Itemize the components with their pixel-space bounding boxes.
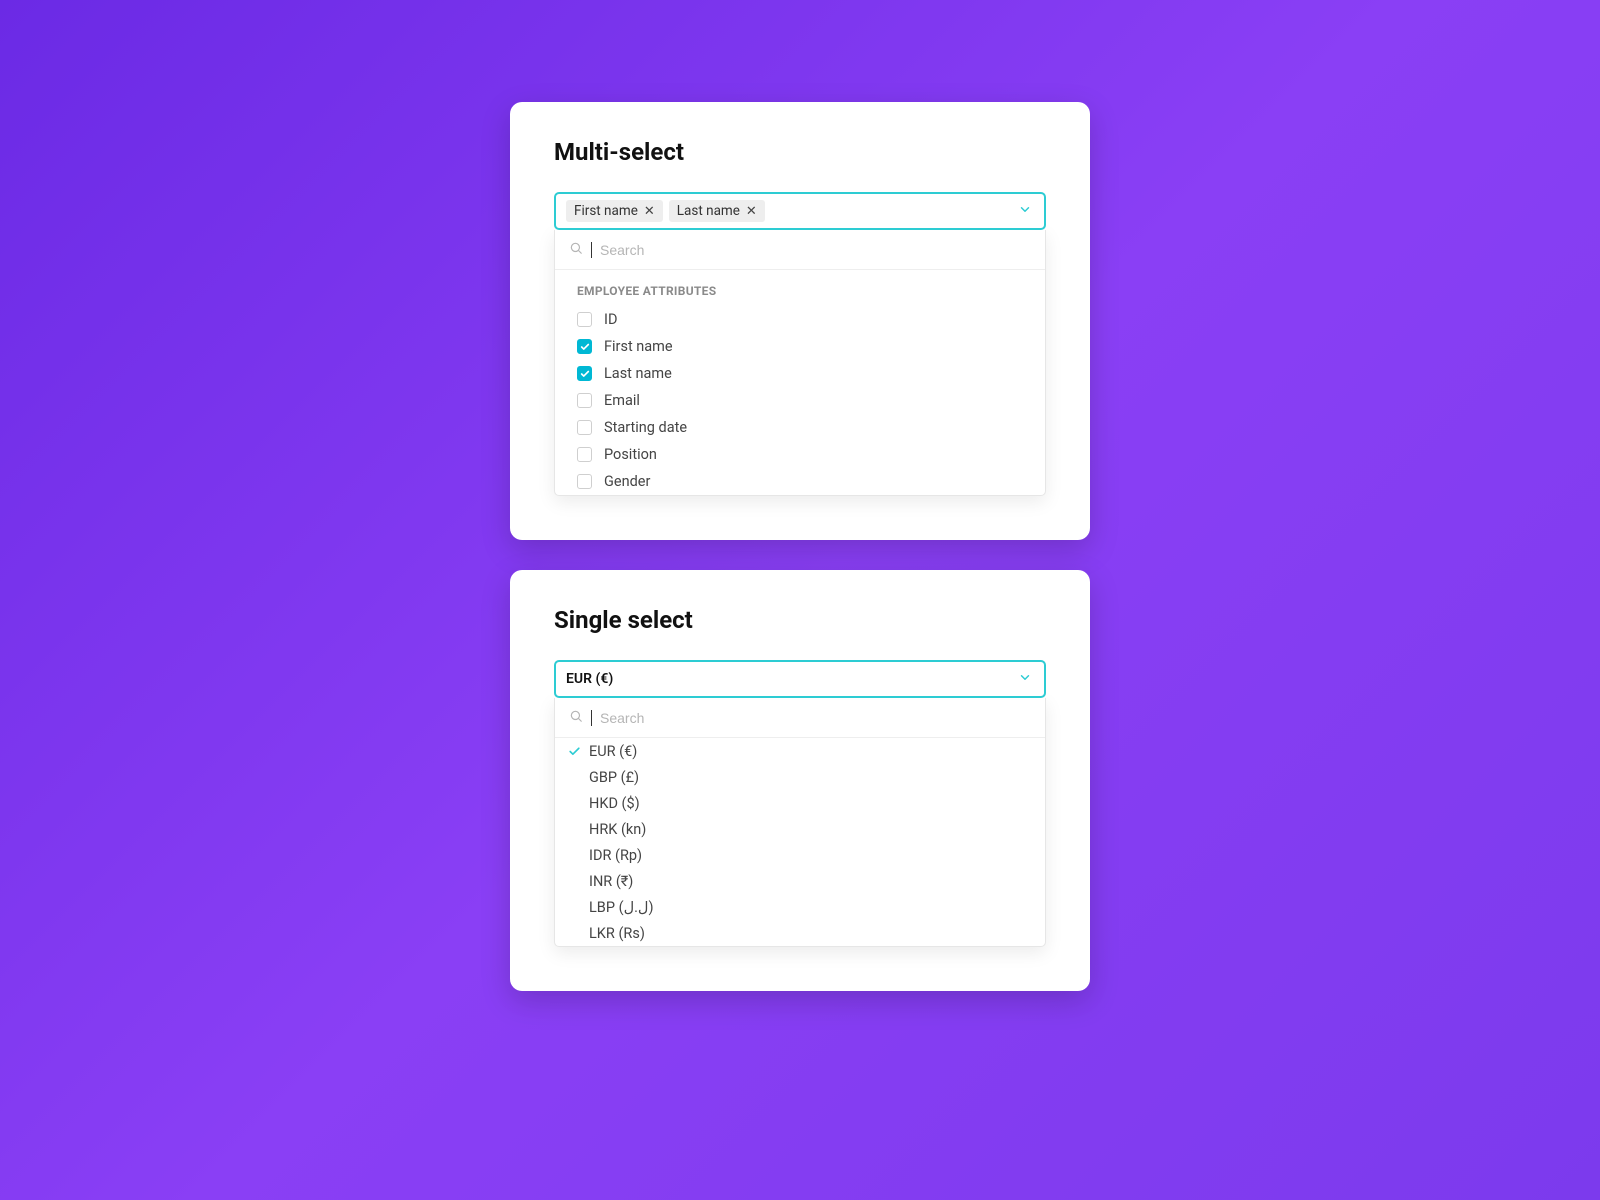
checkbox[interactable] bbox=[577, 312, 592, 327]
checkbox[interactable] bbox=[577, 393, 592, 408]
multi-select-input[interactable]: First name ✕ Last name ✕ bbox=[554, 192, 1046, 230]
multi-select-card: Multi-select First name ✕ Last name ✕ EM… bbox=[510, 102, 1090, 540]
single-select-dropdown: EUR (€) GBP (£) HKD ($) HRK (kn) IDR (Rp) INR… bbox=[554, 698, 1046, 947]
option-label: Gender bbox=[604, 473, 650, 490]
option-label: Starting date bbox=[604, 419, 687, 436]
multi-option[interactable]: First name bbox=[555, 333, 1045, 360]
option-label: HRK (kn) bbox=[589, 821, 646, 838]
multi-options-list: ID First name Last name Email Starting date P… bbox=[555, 306, 1045, 495]
chevron-down-icon[interactable] bbox=[1018, 670, 1032, 689]
multi-select-dropdown: EMPLOYEE ATTRIBUTES ID First name Last nam… bbox=[554, 230, 1046, 496]
checkbox[interactable] bbox=[577, 366, 592, 381]
option-label: First name bbox=[604, 338, 673, 355]
option-label: HKD ($) bbox=[589, 795, 640, 812]
single-options-list: EUR (€) GBP (£) HKD ($) HRK (kn) IDR (Rp) INR… bbox=[555, 738, 1045, 946]
single-option[interactable]: HRK (kn) bbox=[555, 816, 1045, 842]
option-label: GBP (£) bbox=[589, 769, 639, 786]
single-option[interactable]: LKR (Rs) bbox=[555, 920, 1045, 946]
single-option[interactable]: IDR (Rp) bbox=[555, 842, 1045, 868]
option-label: EUR (€) bbox=[589, 743, 637, 760]
multi-option[interactable]: Gender bbox=[555, 468, 1045, 495]
single-option[interactable]: EUR (€) bbox=[555, 738, 1045, 764]
option-group-header: EMPLOYEE ATTRIBUTES bbox=[555, 270, 1045, 306]
single-option[interactable]: INR (₹) bbox=[555, 868, 1045, 894]
checkbox[interactable] bbox=[577, 339, 592, 354]
search-row bbox=[555, 230, 1045, 270]
option-label: LKR (Rs) bbox=[589, 925, 645, 942]
option-label: Position bbox=[604, 446, 657, 463]
option-label: ID bbox=[604, 311, 617, 328]
chip-label: Last name bbox=[677, 203, 740, 219]
single-select-title: Single select bbox=[554, 606, 1046, 634]
multi-option[interactable]: Starting date bbox=[555, 414, 1045, 441]
checkbox[interactable] bbox=[577, 474, 592, 489]
check-icon bbox=[567, 745, 581, 758]
checkbox[interactable] bbox=[577, 420, 592, 435]
search-icon bbox=[569, 240, 583, 259]
multi-option[interactable]: Last name bbox=[555, 360, 1045, 387]
search-input[interactable] bbox=[600, 710, 1031, 726]
single-option[interactable]: HKD ($) bbox=[555, 790, 1045, 816]
single-select-card: Single select EUR (€) EUR (€) GBP (£) HKD … bbox=[510, 570, 1090, 991]
option-label: IDR (Rp) bbox=[589, 847, 642, 864]
option-label: LBP (ل.ل) bbox=[589, 899, 654, 916]
single-selected-value: EUR (€) bbox=[566, 671, 613, 687]
option-label: Last name bbox=[604, 365, 672, 382]
multi-option[interactable]: ID bbox=[555, 306, 1045, 333]
remove-chip-icon[interactable]: ✕ bbox=[746, 205, 757, 218]
chevron-down-icon[interactable] bbox=[1018, 202, 1032, 221]
chip-label: First name bbox=[574, 203, 638, 219]
single-option[interactable]: LBP (ل.ل) bbox=[555, 894, 1045, 920]
search-icon bbox=[569, 708, 583, 727]
text-cursor bbox=[591, 242, 592, 258]
option-label: INR (₹) bbox=[589, 873, 633, 890]
remove-chip-icon[interactable]: ✕ bbox=[644, 205, 655, 218]
selected-chip[interactable]: Last name ✕ bbox=[669, 200, 765, 222]
single-option[interactable]: GBP (£) bbox=[555, 764, 1045, 790]
multi-select-title: Multi-select bbox=[554, 138, 1046, 166]
search-row bbox=[555, 698, 1045, 738]
option-label: Email bbox=[604, 392, 640, 409]
checkbox[interactable] bbox=[577, 447, 592, 462]
single-select-input[interactable]: EUR (€) bbox=[554, 660, 1046, 698]
multi-option[interactable]: Email bbox=[555, 387, 1045, 414]
text-cursor bbox=[591, 710, 592, 726]
search-input[interactable] bbox=[600, 242, 1031, 258]
multi-option[interactable]: Position bbox=[555, 441, 1045, 468]
selected-chip[interactable]: First name ✕ bbox=[566, 200, 663, 222]
